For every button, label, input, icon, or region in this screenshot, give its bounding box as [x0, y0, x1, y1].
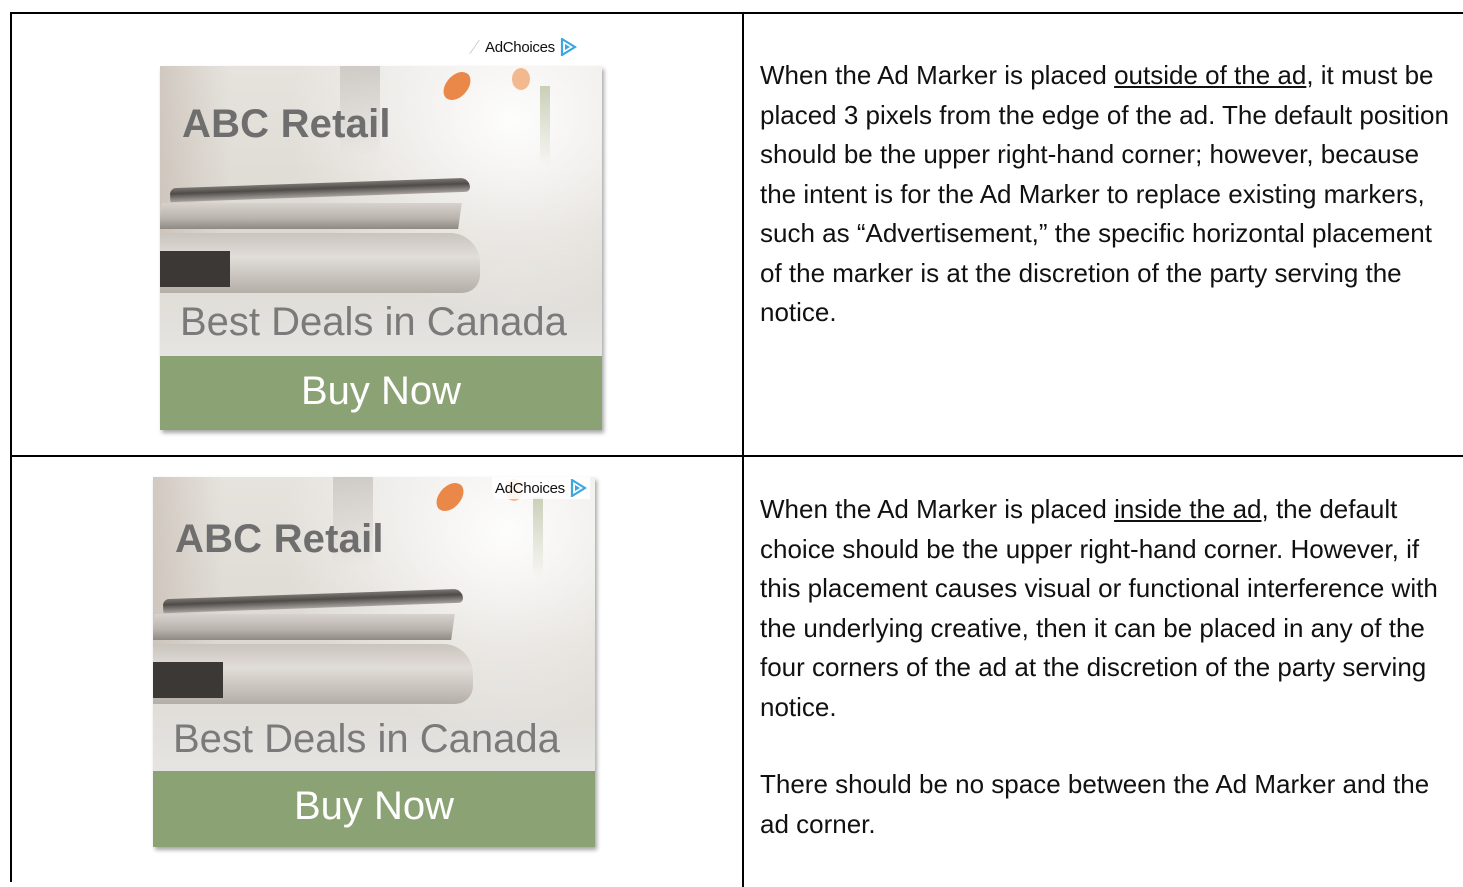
adchoices-marker[interactable]: AdChoices	[492, 477, 590, 499]
ad-example-image: ABC Retail Best Deals in Canada Buy Now	[160, 66, 602, 430]
ad-stem-shape	[540, 86, 550, 166]
description-cell: When the Ad Marker is placed outside of …	[744, 14, 1463, 455]
description-text: When the Ad Marker is placed outside of …	[760, 56, 1460, 333]
description-lead: When the Ad Marker is placed	[760, 60, 1115, 90]
ad-devices-illustration	[160, 171, 480, 311]
ad-title: ABC Retail	[182, 102, 391, 146]
ad-subtitle: Best Deals in Canada	[173, 717, 560, 761]
ad-subtitle: Best Deals in Canada	[180, 300, 567, 344]
adchoices-label: AdChoices	[485, 38, 555, 56]
buy-now-button[interactable]: Buy Now	[160, 356, 602, 430]
example-cell: ABC Retail Best Deals in Canada Buy Now …	[12, 457, 744, 887]
ad-devices-illustration	[153, 582, 473, 722]
description-body: , it must be placed 3 pixels from the ed…	[760, 60, 1449, 327]
buy-now-button[interactable]: Buy Now	[153, 771, 595, 847]
ad-flower-shape	[432, 477, 468, 517]
guidelines-table: ABC Retail Best Deals in Canada Buy Now …	[10, 12, 1463, 887]
laptop-shape	[153, 662, 223, 698]
phone-shape	[169, 177, 471, 203]
adchoices-marker[interactable]: AdChoices	[482, 36, 580, 58]
ad-flower-shape	[439, 66, 475, 106]
laptop-shape	[160, 203, 462, 229]
adchoices-triangle-icon	[570, 479, 587, 497]
ad-title: ABC Retail	[175, 517, 384, 561]
ad-flower-shape	[512, 68, 530, 90]
description-cell: When the Ad Marker is placed inside the …	[744, 457, 1463, 887]
example-cell: ABC Retail Best Deals in Canada Buy Now …	[12, 14, 744, 455]
ad-example-image: ABC Retail Best Deals in Canada Buy Now	[153, 477, 595, 847]
description-note: There should be no space between the Ad …	[760, 769, 1430, 839]
description-body: , the default choice should be the upper…	[760, 494, 1438, 722]
ad-stem-shape	[533, 497, 543, 577]
description-text: When the Ad Marker is placed inside the …	[760, 490, 1460, 844]
underlined-phrase: inside the ad	[1114, 494, 1262, 524]
laptop-shape	[153, 614, 455, 640]
table-row-outside: ABC Retail Best Deals in Canada Buy Now …	[12, 14, 1463, 457]
description-lead: When the Ad Marker is placed	[760, 494, 1115, 524]
adchoices-label: AdChoices	[495, 479, 565, 497]
laptop-shape	[160, 251, 230, 287]
phone-shape	[162, 588, 464, 614]
underlined-phrase: outside of the ad	[1114, 60, 1307, 90]
adchoices-triangle-icon	[560, 38, 577, 56]
table-row-inside: ABC Retail Best Deals in Canada Buy Now …	[12, 457, 1463, 887]
